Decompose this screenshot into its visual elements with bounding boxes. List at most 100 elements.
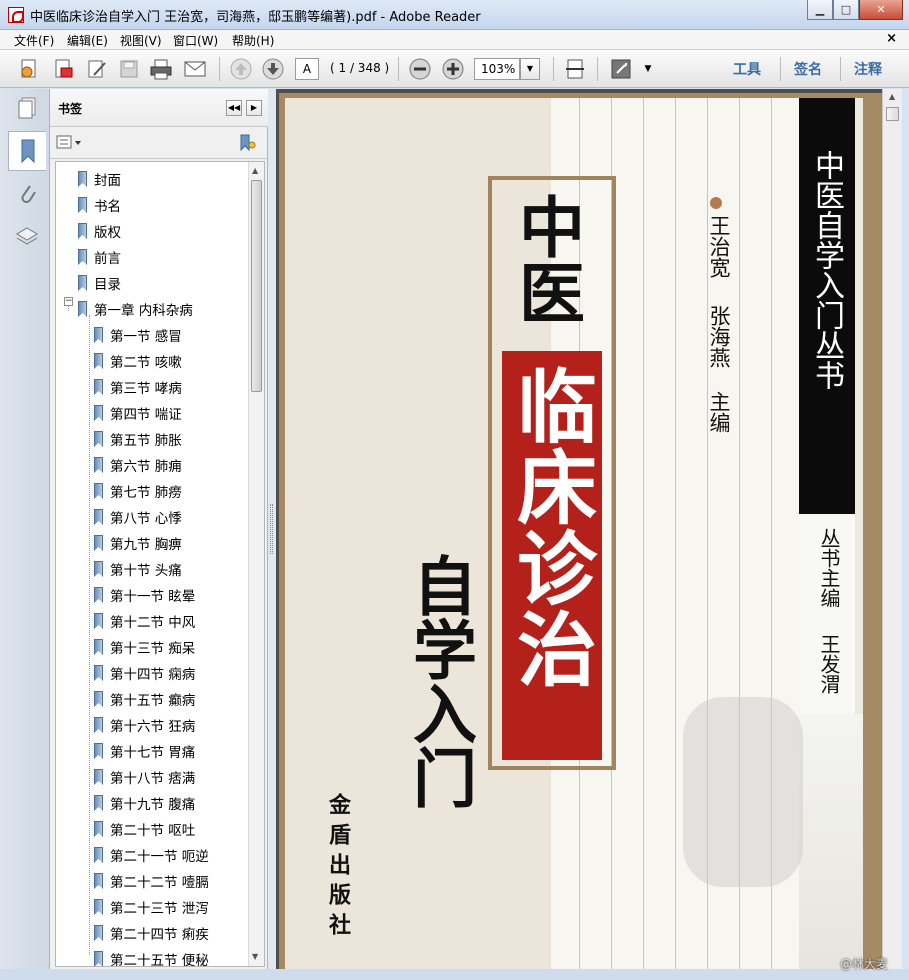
cover-publisher: 金盾出版社 [325, 793, 350, 943]
print-icon[interactable] [148, 56, 174, 82]
title-bar: 中医临床诊治自学入门 王治宽，司海燕，邸玉鹏等编著).pdf - Adobe R… [0, 0, 909, 30]
bookmark-subitem[interactable]: 第九节 胸痹 [92, 532, 182, 554]
bookmark-icon [92, 665, 104, 681]
menu-window[interactable]: 窗口(W) [173, 32, 218, 49]
watermark-text: @林大麦 [840, 957, 889, 971]
toolbar-options-icon[interactable]: ▼ [640, 56, 656, 82]
toolbar-separator [840, 57, 841, 81]
bookmark-label: 第六节 肺痈 [110, 459, 182, 475]
panel-arrow-icon[interactable]: ▶ [246, 100, 262, 116]
bookmark-options-icon[interactable] [56, 135, 81, 151]
open-pdf-icon[interactable] [50, 56, 76, 82]
minimize-button[interactable]: ▁ [807, 0, 833, 20]
bookmark-subitem[interactable]: 第八节 心悸 [92, 506, 182, 528]
bookmarks-header: 书签 ◀◀ ▶ [50, 89, 268, 127]
maximize-button[interactable]: □ [833, 0, 859, 20]
attachments-icon[interactable] [14, 181, 40, 207]
collapse-panel-icon[interactable]: ◀◀ [226, 100, 242, 116]
page-number-input[interactable]: A [295, 58, 319, 80]
find-bookmark-icon[interactable] [238, 134, 258, 152]
page-thumbnails-icon[interactable] [14, 95, 40, 121]
bookmark-icon [76, 249, 88, 265]
bookmark-item[interactable]: 封面 [76, 168, 121, 190]
bookmark-subitem[interactable]: 第十五节 癫病 [92, 688, 195, 710]
bookmark-subitem[interactable]: 第七节 肺痨 [92, 480, 182, 502]
fit-page-icon[interactable] [562, 56, 588, 82]
bookmark-subitem[interactable]: 第十四节 痫病 [92, 662, 195, 684]
save-icon[interactable] [116, 56, 142, 82]
bookmark-subitem[interactable]: 第十六节 狂病 [92, 714, 195, 736]
bookmark-subitem[interactable]: 第三节 哮病 [92, 376, 182, 398]
bookmark-subitem[interactable]: 第十节 头痛 [92, 558, 182, 580]
bookmark-subitem[interactable]: 第四节 喘证 [92, 402, 182, 424]
bookmark-item[interactable]: 前言 [76, 246, 121, 268]
bookmark-subitem[interactable]: 第十七节 胃痛 [92, 740, 195, 762]
bookmark-subitem[interactable]: 第十二节 中风 [92, 610, 195, 632]
bookmark-subitem[interactable]: 第二十一节 呃逆 [92, 844, 209, 866]
bookmarks-icon[interactable] [8, 131, 46, 171]
bookmark-label: 第十八节 痞满 [110, 771, 196, 787]
zoom-out-icon[interactable] [407, 56, 433, 82]
close-document-icon[interactable]: × [886, 31, 897, 46]
document-scrollbar[interactable]: ▲ [882, 89, 902, 969]
full-screen-icon[interactable] [608, 56, 634, 82]
splitter-grip[interactable] [270, 504, 273, 554]
zoom-level-input[interactable]: 103% [474, 58, 520, 80]
menu-file[interactable]: 文件(F) [14, 32, 54, 49]
bookmark-subitem[interactable]: 第二十节 呕吐 [92, 818, 195, 840]
document-view[interactable]: 中医 临床诊治 自学入门 金盾出版社 王治宽 张海燕 主编 中医自学入门丛书 丛… [276, 89, 882, 969]
bookmark-icon [92, 379, 104, 395]
bookmark-subitem[interactable]: 第五节 肺胀 [92, 428, 182, 450]
zoom-in-icon[interactable] [440, 56, 466, 82]
menu-view[interactable]: 视图(V) [120, 32, 162, 49]
sign-link[interactable]: 签名 [794, 59, 822, 79]
bookmark-icon [92, 535, 104, 551]
bookmark-subitem[interactable]: 第十九节 腹痛 [92, 792, 195, 814]
bookmark-item[interactable]: 目录 [76, 272, 121, 294]
layers-icon[interactable] [14, 223, 40, 249]
bookmark-icon [92, 691, 104, 707]
tools-link[interactable]: 工具 [733, 59, 761, 79]
bookmarks-panel: 书签 ◀◀ ▶ − 封面书名版权前言目录第一章 内科杂病 第一节 感冒 第二节 咳嗽… [50, 89, 268, 969]
bookmark-subitem[interactable]: 第二十四节 痢疾 [92, 922, 209, 944]
bookmark-subitem[interactable]: 第二十三节 泄泻 [92, 896, 209, 918]
create-pdf-icon[interactable] [16, 56, 42, 82]
bookmark-icon [92, 717, 104, 733]
bookmark-item[interactable]: 书名 [76, 194, 121, 216]
close-button[interactable]: ✕ [859, 0, 903, 20]
menu-edit[interactable]: 编辑(E) [67, 32, 108, 49]
edit-document-icon[interactable] [84, 56, 110, 82]
email-icon[interactable] [182, 56, 208, 82]
bookmark-item[interactable]: 版权 [76, 220, 121, 242]
bookmark-label: 第二十四节 痢疾 [110, 927, 209, 943]
previous-page-icon[interactable] [228, 56, 254, 82]
bookmarks-title: 书签 [58, 102, 83, 116]
toolbar-separator [219, 57, 220, 81]
bookmark-subitem[interactable]: 第一节 感冒 [92, 324, 182, 346]
bookmark-label: 第九节 胸痹 [110, 537, 182, 553]
comment-link[interactable]: 注释 [854, 59, 882, 79]
zoom-dropdown-icon[interactable]: ▼ [520, 58, 540, 80]
bookmark-icon [76, 197, 88, 213]
bookmark-item[interactable]: 第一章 内科杂病 [76, 298, 193, 320]
bookmark-subitem[interactable]: 第二十二节 噎膈 [92, 870, 209, 892]
scrollbar-thumb[interactable] [251, 180, 262, 392]
menu-help[interactable]: 帮助(H) [232, 32, 274, 49]
next-page-icon[interactable] [260, 56, 286, 82]
bookmark-icon [92, 899, 104, 915]
bookmark-label: 第十二节 中风 [110, 615, 196, 631]
bookmark-label: 第二十五节 便秘 [110, 953, 209, 967]
panel-splitter[interactable] [268, 89, 276, 969]
bookmark-icon [92, 873, 104, 889]
bookmark-subitem[interactable]: 第十一节 眩晕 [92, 584, 195, 606]
bookmark-subitem[interactable]: 第二节 咳嗽 [92, 350, 182, 372]
bookmark-subitem[interactable]: 第六节 肺痈 [92, 454, 182, 476]
bookmark-label: 第八节 心悸 [110, 511, 182, 527]
bookmark-subitem[interactable]: 第二十五节 便秘 [92, 948, 209, 967]
bookmarks-scrollbar[interactable]: ▲ ▼ [248, 162, 264, 966]
bookmark-subitem[interactable]: 第十三节 痴呆 [92, 636, 195, 658]
document-scrollbar-thumb[interactable] [886, 107, 899, 121]
collapse-toggle-icon[interactable]: − [64, 297, 73, 306]
bookmark-label: 第十五节 癫病 [110, 693, 196, 709]
bookmark-subitem[interactable]: 第十八节 痞满 [92, 766, 195, 788]
